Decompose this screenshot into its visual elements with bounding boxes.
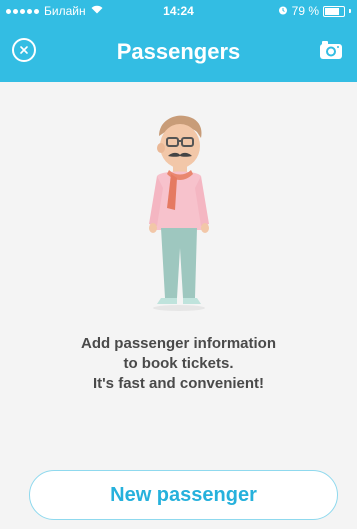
camera-button[interactable] — [319, 40, 343, 65]
message-line-1: Add passenger information — [80, 335, 277, 352]
empty-state-message: Add passenger information to book ticket… — [20, 334, 337, 394]
message-line-2: to book tickets. — [123, 355, 234, 372]
status-right: 79 % — [278, 4, 351, 18]
header-bar: Билайн 14:24 79 % Passengers — [0, 0, 357, 82]
message-line-3: It's fast and convenient! — [92, 375, 265, 392]
status-bar: Билайн 14:24 79 % — [0, 0, 357, 22]
battery-icon — [323, 5, 345, 17]
alarm-icon — [278, 4, 288, 18]
camera-icon — [320, 41, 342, 59]
battery-tip — [349, 9, 351, 13]
nav-bar: Passengers — [0, 22, 357, 82]
new-passenger-button[interactable]: New passenger — [29, 470, 338, 520]
battery-percent: 79 % — [291, 4, 319, 18]
page-title: Passengers — [116, 39, 241, 64]
passenger-illustration — [135, 112, 223, 312]
